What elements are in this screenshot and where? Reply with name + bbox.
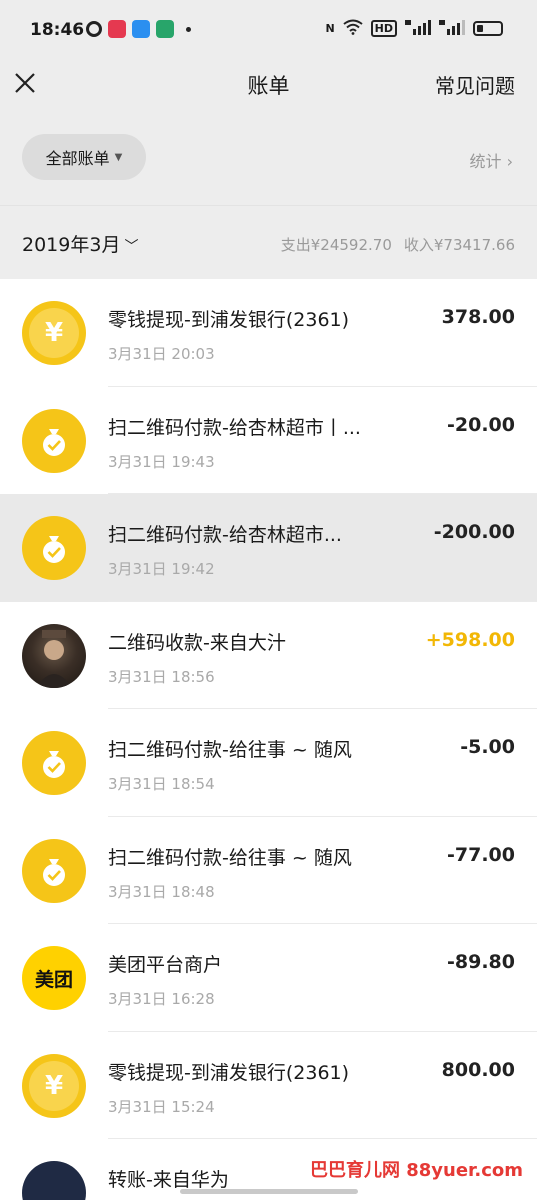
transaction-title: 扫二维码付款-给杏林超市... [108, 524, 342, 546]
yuan-coin-icon: ¥ [22, 301, 86, 365]
notification-icons [86, 20, 191, 38]
nfc-icon: N [325, 22, 335, 35]
month-expense: 支出¥24592.70 [280, 236, 392, 254]
meituan-logo-icon: 美团 [22, 946, 86, 1010]
app-notification-icon [86, 21, 102, 37]
status-time: 18:46 [30, 20, 85, 40]
video-app-icon [108, 20, 126, 38]
transaction-amount: -20.00 [447, 413, 515, 436]
transaction-row[interactable]: 扫二维码付款-给杏林超市... 3月31日 19:42 -200.00 [0, 494, 537, 602]
chevron-down-icon: ﹀ [124, 239, 139, 255]
money-bag-icon [22, 408, 86, 473]
transaction-title: 扫二维码付款-给往事 ~ 随风 [108, 739, 352, 761]
signal-5g-icon [405, 19, 431, 38]
nav-bar: 账单 常见问题 [0, 62, 537, 112]
bill-filter-dropdown[interactable]: 全部账单 ▼ [22, 134, 146, 180]
transaction-amount: 800.00 [441, 1058, 515, 1081]
caret-down-icon: ▼ [114, 151, 123, 163]
transaction-row[interactable]: 美团 美团平台商户 3月31日 16:28 -89.80 [0, 924, 537, 1032]
status-bar: 18:46 N HD [0, 0, 537, 62]
transaction-amount: -200.00 [433, 521, 515, 543]
month-label: 2019年3月 [22, 234, 121, 256]
user-avatar [22, 623, 86, 688]
transaction-title: 二维码收款-来自大汁 [108, 631, 286, 654]
money-bag-icon [22, 838, 86, 903]
month-header: 2019年3月 ﹀ 支出¥24592.70 收入¥73417.66 [0, 205, 537, 280]
transaction-title: 美团平台商户 [108, 954, 223, 976]
system-icons: N HD [325, 19, 503, 38]
bill-filter-label: 全部账单 [45, 149, 110, 168]
month-picker[interactable]: 2019年3月 ﹀ [22, 230, 138, 257]
messages-app-icon [156, 20, 174, 38]
cloud-app-icon [132, 20, 150, 38]
transaction-time: 3月31日 19:42 [108, 560, 215, 578]
hd-icon: HD [370, 20, 397, 37]
money-bag-icon [22, 731, 86, 795]
transaction-row[interactable]: ¥ 零钱提现-到浦发银行(2361) 3月31日 20:03 378.00 [0, 279, 537, 387]
transaction-title: 零钱提现-到浦发银行(2361) [108, 1061, 350, 1084]
transaction-row[interactable]: 扫二维码付款-给往事 ~ 随风 3月31日 18:48 -77.00 [0, 817, 537, 924]
money-bag-icon [22, 516, 86, 580]
transaction-time: 3月31日 18:48 [108, 882, 215, 901]
transaction-time: 3月31日 19:43 [108, 452, 215, 471]
transaction-row[interactable]: 二维码收款-来自大汁 3月31日 18:56 +598.00 [0, 602, 537, 709]
transaction-amount: -89.80 [447, 951, 515, 973]
transaction-amount: -77.00 [447, 843, 515, 866]
month-income: 收入¥73417.66 [403, 236, 515, 254]
transaction-amount: +598.00 [425, 628, 515, 651]
transaction-title: 扫二维码付款-给杏林超市丨... [108, 416, 361, 439]
wifi-icon [343, 19, 363, 38]
user-avatar [22, 1161, 86, 1200]
transaction-time: 3月31日 20:03 [108, 345, 215, 363]
battery-icon [473, 21, 503, 36]
filter-bar: 全部账单 ▼ 统计 › [0, 122, 537, 194]
transaction-row[interactable]: 扫二维码付款-给杏林超市丨... 3月31日 19:43 -20.00 [0, 387, 537, 494]
transaction-title: 零钱提现-到浦发银行(2361) [108, 309, 350, 331]
transaction-list: ¥ 零钱提现-到浦发银行(2361) 3月31日 20:03 378.00 扫二… [0, 279, 537, 1200]
transaction-row[interactable]: ¥ 零钱提现-到浦发银行(2361) 3月31日 15:24 800.00 [0, 1032, 537, 1139]
transaction-amount: -5.00 [460, 736, 515, 758]
stats-link[interactable]: 统计 › [470, 148, 514, 172]
transaction-time: 3月31日 15:24 [108, 1097, 215, 1116]
watermark: 巴巴育儿网 88yuer.com [309, 1160, 523, 1181]
transaction-time: 3月31日 18:56 [108, 667, 215, 686]
more-notifications-icon [186, 26, 191, 32]
transaction-title: 扫二维码付款-给往事 ~ 随风 [108, 846, 352, 869]
month-summary: 支出¥24592.70 收入¥73417.66 [269, 234, 515, 255]
transaction-amount: 378.00 [441, 306, 515, 328]
yuan-coin-icon: ¥ [22, 1053, 86, 1118]
signal-4g-icon [439, 19, 465, 38]
transaction-time: 3月31日 16:28 [108, 990, 215, 1008]
home-indicator[interactable] [180, 1189, 358, 1194]
transaction-row[interactable]: 扫二维码付款-给往事 ~ 随风 3月31日 18:54 -5.00 [0, 709, 537, 817]
transaction-time: 3月31日 18:54 [108, 775, 215, 793]
faq-link[interactable]: 常见问题 [435, 70, 515, 99]
